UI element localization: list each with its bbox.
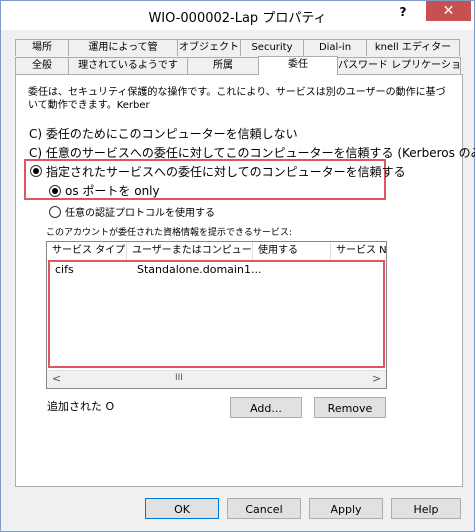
column-service-name[interactable]: サービス N [331, 242, 386, 260]
tab-managed-by[interactable]: 運用によって管 [68, 39, 178, 56]
tab-attribute-editor[interactable]: knell エディター [366, 39, 460, 56]
tab-object[interactable]: オブジェクト [177, 39, 241, 56]
cancel-button[interactable]: Cancel [227, 498, 301, 519]
horizontal-scrollbar[interactable]: < III > [47, 370, 386, 388]
close-button[interactable]: ✕ [426, 1, 471, 21]
highlight-box-services [48, 260, 385, 368]
tab-security[interactable]: Security [240, 39, 304, 56]
scroll-left-arrow-icon[interactable]: < [52, 372, 61, 385]
services-list-label: このアカウントが委任された資格情報を提示できるサービス: [46, 228, 292, 238]
option-do-not-trust[interactable]: C) 委任のためにこのコンピューターを信頼しない [29, 125, 298, 142]
tab-dial-in[interactable]: Dial-in [303, 39, 367, 56]
help-button[interactable]: Help [391, 498, 461, 519]
expanded-label[interactable]: 追加された O [47, 398, 114, 414]
add-button[interactable]: Add... [230, 397, 302, 418]
radio-any-protocol[interactable] [49, 206, 61, 218]
radio-kerberos-only[interactable] [49, 185, 61, 197]
option-trust-specified[interactable]: 指定されたサービスへの委任に対してのコンピューターを信頼する [46, 163, 406, 180]
scroll-right-arrow-icon[interactable]: > [372, 372, 381, 385]
tab-password-replication[interactable]: パスワード レプリケーション [337, 57, 461, 74]
remove-button[interactable]: Remove [314, 397, 386, 418]
tab-member-of[interactable]: 所属 [187, 57, 259, 74]
tab-delegation[interactable]: 委任 [258, 56, 338, 75]
listview-header: サービス タイプ ユーザーまたはコンピューター 使用する サービス N [47, 242, 386, 261]
radio-trust-specified[interactable] [30, 165, 42, 177]
tab-os[interactable]: 理されているようです [68, 57, 188, 74]
scroll-thumb[interactable]: III [175, 373, 183, 383]
apply-button[interactable]: Apply [309, 498, 383, 519]
ok-button[interactable]: OK [145, 498, 219, 519]
option-kerberos-only[interactable]: os ポートを only [65, 182, 160, 199]
tab-location[interactable]: 場所 [15, 39, 69, 56]
column-port[interactable]: 使用する [253, 242, 331, 260]
column-service-type[interactable]: サービス タイプ [47, 242, 127, 260]
tab-general[interactable]: 全般 [15, 57, 69, 74]
help-title-button[interactable]: ? [387, 1, 419, 23]
delegation-description: 委任は、セキュリティ保護的な操作です。これにより、サービスは別のユーザーの動作に… [28, 87, 446, 111]
title-bar: WIO-000002-Lap プロパティ ? ✕ [1, 1, 474, 30]
properties-dialog: WIO-000002-Lap プロパティ ? ✕ 場所 運用によって管 オブジェ… [0, 0, 475, 532]
option-any-protocol[interactable]: 任意の認証プロトコルを使用する [65, 204, 215, 219]
column-user-or-computer[interactable]: ユーザーまたはコンピューター [127, 242, 253, 260]
